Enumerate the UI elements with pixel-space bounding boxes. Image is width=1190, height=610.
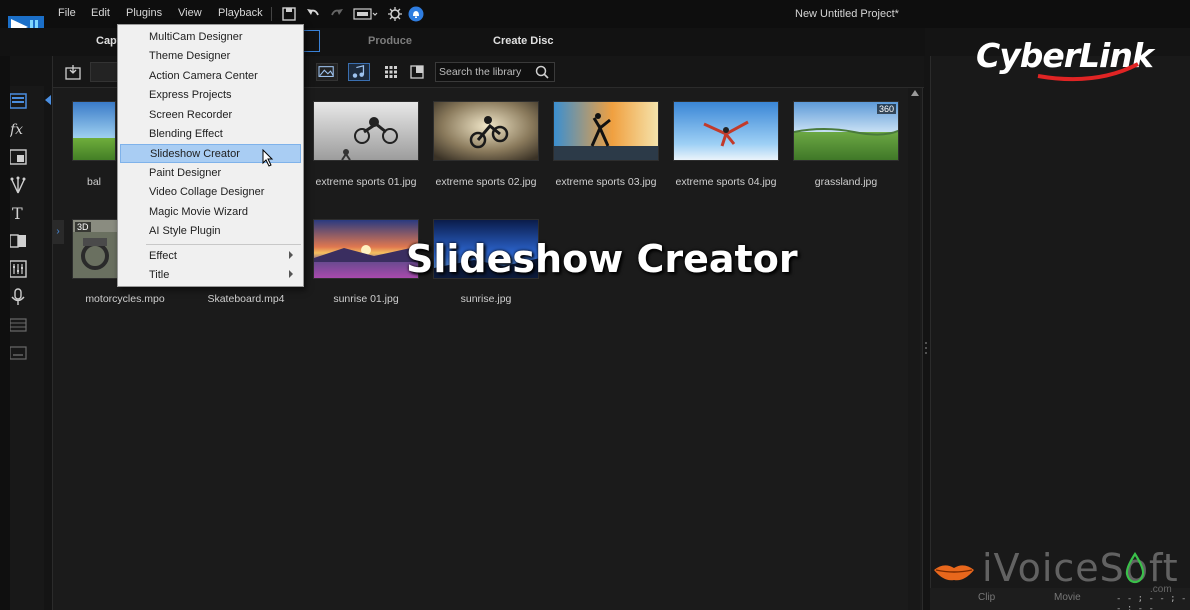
timecode-display: - - ; - - ; - - ; - - xyxy=(1116,594,1187,610)
menu-item-effect-label: Effect xyxy=(149,250,177,262)
menu-separator xyxy=(146,244,301,245)
menu-view[interactable]: View xyxy=(178,7,202,19)
title-room-icon[interactable]: T xyxy=(9,204,27,222)
media-room-icon[interactable] xyxy=(9,92,27,110)
menu-item-action-camera-center[interactable]: Action Camera Center xyxy=(120,67,301,86)
music-note-icon xyxy=(352,64,365,78)
submenu-arrow-icon xyxy=(289,270,293,278)
tab-edit-highlight[interactable] xyxy=(304,30,320,52)
menu-item-video-collage-designer[interactable]: Video Collage Designer xyxy=(120,183,301,202)
active-room-indicator xyxy=(45,95,51,105)
library-item-thumbnail[interactable] xyxy=(72,101,116,161)
lips-icon xyxy=(934,565,974,581)
watermark-domain: .com xyxy=(1150,584,1172,595)
library-item-thumbnail[interactable] xyxy=(673,101,779,161)
library-item-label: extreme sports 04.jpg xyxy=(675,176,777,188)
thumbnail-size-icon[interactable] xyxy=(410,65,424,79)
filter-audio-button[interactable] xyxy=(348,63,370,81)
library-item-thumbnail[interactable]: 3D xyxy=(72,219,118,279)
plugins-dropdown-menu: MultiCam Designer Theme Designer Action … xyxy=(117,24,304,287)
undo-icon[interactable] xyxy=(305,6,321,22)
menu-item-title-label: Title xyxy=(149,269,170,281)
library-item-label: sunrise 01.jpg xyxy=(333,293,399,305)
360-badge: 360 xyxy=(876,104,896,114)
transition-room-icon[interactable] xyxy=(9,232,27,250)
menu-divider xyxy=(271,7,272,21)
chapter-room-icon[interactable] xyxy=(9,316,27,334)
search-icon[interactable] xyxy=(535,65,549,79)
menu-item-express-projects[interactable]: Express Projects xyxy=(120,86,301,105)
clip-mode-button[interactable]: Clip xyxy=(978,592,995,603)
library-item-label: extreme sports 03.jpg xyxy=(555,176,657,188)
library-item-thumbnail[interactable] xyxy=(313,101,419,161)
tab-create-disc[interactable]: Create Disc xyxy=(493,35,554,47)
save-icon[interactable] xyxy=(281,6,297,22)
brand-swoosh-icon xyxy=(1037,62,1139,82)
fx-room-icon[interactable]: fx xyxy=(9,120,27,138)
menu-item-ai-style-plugin[interactable]: AI Style Plugin xyxy=(120,222,301,241)
import-media-icon[interactable] xyxy=(64,63,82,81)
movie-mode-button[interactable]: Movie xyxy=(1054,592,1081,603)
image-icon xyxy=(318,66,334,77)
particle-room-icon[interactable] xyxy=(9,176,27,194)
scroll-up-arrow[interactable] xyxy=(911,90,919,96)
menu-item-screen-recorder[interactable]: Screen Recorder xyxy=(120,106,301,125)
library-item-thumbnail[interactable] xyxy=(433,101,539,161)
library-item-label: motorcycles.mpo xyxy=(85,293,165,305)
subtitle-room-icon[interactable] xyxy=(9,344,27,362)
microphone-icon[interactable] xyxy=(9,288,27,306)
library-item-label: extreme sports 01.jpg xyxy=(315,176,417,188)
project-title: New Untitled Project* xyxy=(795,8,899,20)
svg-text:fx: fx xyxy=(9,122,23,138)
expand-panel-button[interactable]: › xyxy=(52,220,64,244)
left-edge xyxy=(0,56,10,610)
library-item-label: Skateboard.mp4 xyxy=(207,293,285,305)
library-item-label: grassland.jpg xyxy=(814,176,878,188)
preview-panel xyxy=(930,56,1190,610)
notification-icon[interactable] xyxy=(408,6,424,22)
library-item-thumbnail[interactable] xyxy=(313,219,419,279)
filter-images-button[interactable] xyxy=(316,63,338,81)
gear-icon[interactable] xyxy=(387,6,403,22)
menu-item-title[interactable]: Title xyxy=(120,266,301,285)
redo-icon[interactable] xyxy=(329,6,345,22)
library-scrollbar[interactable] xyxy=(908,88,920,610)
svg-text:T: T xyxy=(12,204,23,222)
library-item-label: sunrise.jpg xyxy=(460,293,512,305)
menu-plugins[interactable]: Plugins xyxy=(126,7,162,19)
drop-icon xyxy=(1125,552,1145,584)
menu-item-multicam-designer[interactable]: MultiCam Designer xyxy=(120,28,301,47)
pip-room-icon[interactable] xyxy=(9,148,27,166)
panel-splitter-handle[interactable] xyxy=(924,340,928,356)
tab-produce[interactable]: Produce xyxy=(368,35,412,47)
library-item-label: extreme sports 02.jpg xyxy=(435,176,537,188)
menu-item-magic-movie-wizard[interactable]: Magic Movie Wizard xyxy=(120,203,301,222)
menu-edit[interactable]: Edit xyxy=(91,7,110,19)
menu-item-theme-designer[interactable]: Theme Designer xyxy=(120,47,301,66)
plugin-button[interactable] xyxy=(90,62,118,82)
menu-item-effect[interactable]: Effect xyxy=(120,247,301,266)
submenu-arrow-icon xyxy=(289,251,293,259)
3d-badge: 3D xyxy=(75,222,91,232)
library-item-thumbnail[interactable]: 360 xyxy=(793,101,899,161)
audio-mixing-room-icon[interactable] xyxy=(9,260,27,278)
video-caption: Slideshow Creator xyxy=(406,237,798,281)
menu-file[interactable]: File xyxy=(58,7,76,19)
aspect-ratio-icon[interactable] xyxy=(353,6,379,22)
menu-playback[interactable]: Playback xyxy=(218,7,263,19)
menu-item-blending-effect[interactable]: Blending Effect xyxy=(120,125,301,144)
grid-view-icon[interactable] xyxy=(384,65,398,79)
mouse-cursor-icon xyxy=(262,149,274,167)
library-item-thumbnail[interactable] xyxy=(553,101,659,161)
